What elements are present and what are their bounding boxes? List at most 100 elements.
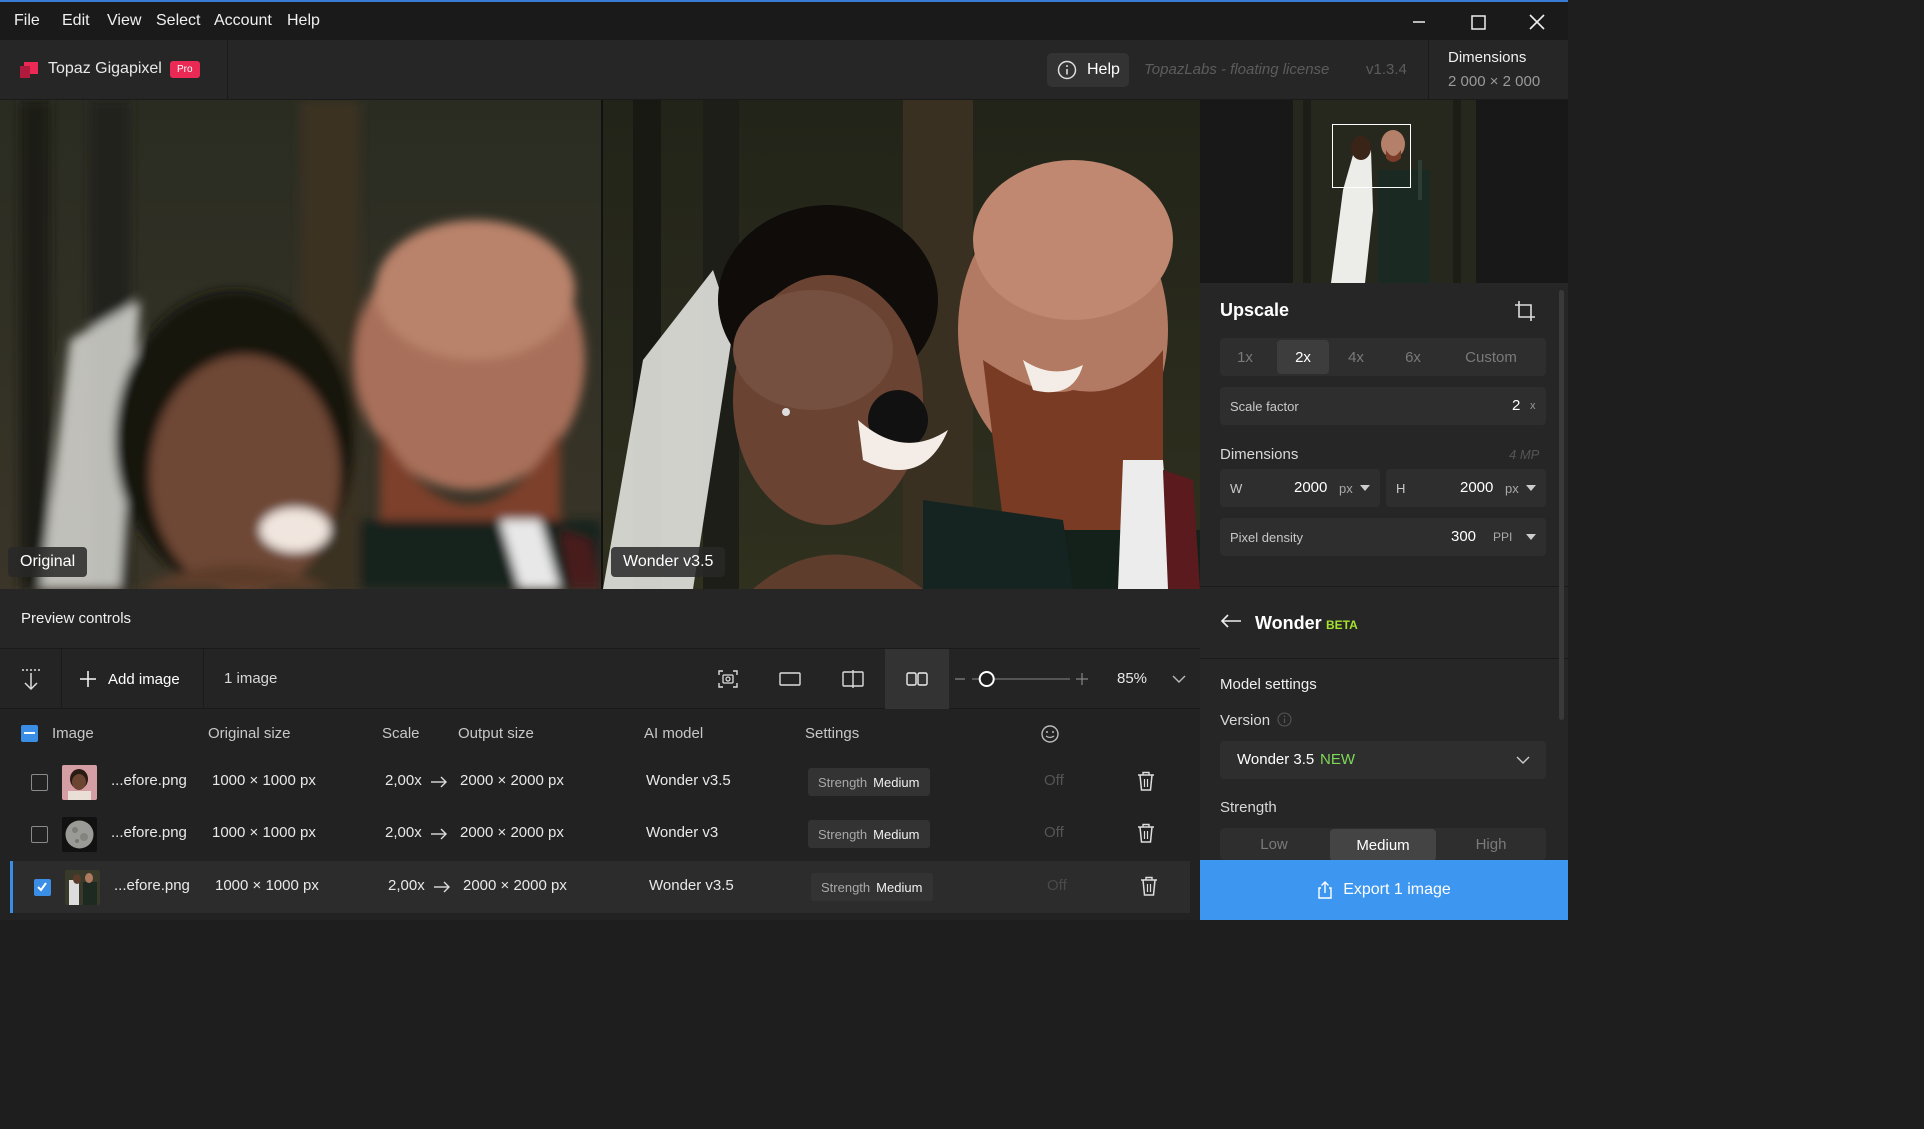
screenshot-icon[interactable] — [713, 665, 743, 693]
caret-down-icon[interactable] — [1360, 485, 1370, 491]
arrow-left-icon[interactable] — [1220, 613, 1242, 629]
panel-divider — [1200, 658, 1568, 659]
row-settings-badge[interactable]: Strength Medium — [811, 873, 933, 901]
scale-option-6x[interactable]: 6x — [1387, 338, 1439, 376]
row-face-status: Off — [1044, 772, 1064, 789]
select-all-checkbox[interactable] — [21, 725, 38, 742]
zoom-value[interactable]: 85% — [1117, 670, 1147, 687]
add-image-button[interactable]: Add image — [78, 665, 180, 693]
header-ai-model[interactable]: AI model — [644, 725, 703, 742]
scale-option-4x[interactable]: 4x — [1330, 338, 1382, 376]
scale-factor-field[interactable]: Scale factor 2 x — [1220, 387, 1546, 425]
height-label: H — [1396, 481, 1406, 496]
pixel-density-field[interactable]: Pixel density 300 PPI — [1220, 518, 1546, 556]
close-icon[interactable] — [1522, 10, 1552, 34]
row-settings-badge[interactable]: Strength Medium — [808, 820, 930, 848]
menu-help[interactable]: Help — [287, 12, 320, 30]
header-original-size[interactable]: Original size — [208, 725, 291, 742]
height-unit[interactable]: px — [1505, 481, 1519, 496]
header-image[interactable]: Image — [52, 725, 94, 742]
caret-down-icon[interactable] — [1526, 485, 1536, 491]
scale-factor-unit: x — [1530, 400, 1536, 412]
single-view-icon[interactable] — [775, 665, 805, 693]
strength-option-low[interactable]: Low — [1220, 828, 1328, 860]
export-button[interactable]: Export 1 image — [1200, 860, 1568, 920]
chevron-down-icon[interactable] — [1164, 665, 1194, 693]
menu-account[interactable]: Account — [214, 12, 272, 30]
header-scale[interactable]: Scale — [382, 725, 420, 742]
row-filename: ...efore.png — [111, 772, 187, 789]
trash-icon[interactable] — [1137, 771, 1155, 791]
row-thumbnail — [62, 817, 97, 852]
row-scale: 2,00x — [385, 772, 422, 789]
help-button[interactable]: Help — [1047, 53, 1129, 87]
height-field[interactable]: H 2000 px — [1386, 469, 1546, 507]
preview-controls-title: Preview controls — [21, 610, 132, 627]
face-recovery-icon — [1041, 725, 1059, 743]
header-dimensions-value: 2 000 × 2 000 — [1448, 73, 1541, 90]
version-dropdown[interactable]: Wonder 3.5 NEW — [1220, 741, 1546, 779]
trash-icon[interactable] — [1140, 876, 1158, 896]
header-settings[interactable]: Settings — [805, 725, 859, 742]
row-checkbox[interactable] — [31, 826, 48, 843]
maximize-icon[interactable] — [1463, 10, 1493, 34]
panel-divider — [1200, 586, 1568, 587]
menu-bar: File Edit View Select Account Help — [0, 0, 1568, 40]
settings-panel: Upscale 1x 2x 4x 6x Custom Scale factor … — [1200, 100, 1568, 920]
arrow-right-icon — [431, 776, 447, 788]
menu-file[interactable]: File — [14, 12, 40, 30]
row-filename: ...efore.png — [114, 877, 190, 894]
info-icon[interactable] — [1277, 712, 1292, 727]
import-icon[interactable] — [16, 665, 46, 693]
minimize-icon[interactable] — [1404, 10, 1434, 34]
scale-option-custom[interactable]: Custom — [1450, 338, 1532, 376]
setting-key: Strength — [821, 879, 871, 895]
pro-badge: Pro — [170, 61, 200, 78]
width-value[interactable]: 2000 — [1294, 479, 1327, 496]
setting-key: Strength — [818, 774, 868, 790]
model-title: Wonder — [1255, 613, 1322, 633]
panel-scrollbar[interactable] — [1559, 290, 1564, 720]
caret-down-icon[interactable] — [1526, 534, 1536, 540]
strength-option-medium[interactable]: Medium — [1330, 829, 1436, 861]
strength-option-high[interactable]: High — [1438, 828, 1544, 860]
preview-enhanced[interactable]: Wonder v3.5 — [603, 100, 1200, 589]
menu-view[interactable]: View — [107, 12, 141, 30]
menu-select[interactable]: Select — [156, 12, 200, 30]
table-row-selected[interactable]: ...efore.png 1000 × 1000 px 2,00x 2000 ×… — [10, 861, 1190, 913]
image-table: Image Original size Scale Output size AI… — [0, 709, 1200, 920]
version-value: Wonder 3.5 — [1237, 751, 1315, 768]
navigator-viewport-box[interactable] — [1332, 124, 1411, 188]
scale-option-2x[interactable]: 2x — [1277, 340, 1329, 374]
row-original-size: 1000 × 1000 px — [212, 772, 316, 789]
width-field[interactable]: W 2000 px — [1220, 469, 1380, 507]
preview-controls-bar[interactable]: Preview controls — [0, 589, 1200, 649]
scale-factor-value[interactable]: 2 — [1512, 397, 1520, 414]
toolbar: Add image 1 image 85% — [0, 649, 1200, 709]
row-thumbnail — [65, 870, 100, 905]
height-value[interactable]: 2000 — [1460, 479, 1493, 496]
side-by-side-view-button[interactable] — [885, 649, 949, 709]
trash-icon[interactable] — [1137, 823, 1155, 843]
app-name: Topaz Gigapixel — [48, 60, 162, 77]
row-checkbox[interactable] — [34, 879, 51, 896]
preview-original[interactable]: Original — [0, 100, 601, 589]
image-count: 1 image — [224, 670, 278, 687]
row-checkbox[interactable] — [31, 774, 48, 791]
zoom-slider[interactable] — [952, 669, 1092, 689]
table-row[interactable]: ...efore.png 1000 × 1000 px 2,00x 2000 ×… — [0, 808, 1192, 860]
header-output-size[interactable]: Output size — [458, 725, 534, 742]
version-label: Version — [1220, 712, 1271, 729]
table-row[interactable]: ...efore.png 1000 × 1000 px 2,00x 2000 ×… — [0, 756, 1192, 808]
crop-icon[interactable] — [1514, 300, 1536, 322]
row-settings-badge[interactable]: Strength Medium — [808, 768, 930, 796]
scale-option-1x[interactable]: 1x — [1220, 338, 1270, 376]
pixel-density-unit[interactable]: PPI — [1493, 530, 1512, 544]
split-view-icon[interactable] — [838, 665, 868, 693]
width-unit[interactable]: px — [1339, 481, 1353, 496]
chevron-down-icon[interactable] — [1516, 756, 1530, 765]
pixel-density-value[interactable]: 300 — [1451, 528, 1476, 545]
row-ai-model: Wonder v3.5 — [649, 877, 734, 894]
menu-edit[interactable]: Edit — [62, 12, 90, 30]
row-scale: 2,00x — [385, 824, 422, 841]
